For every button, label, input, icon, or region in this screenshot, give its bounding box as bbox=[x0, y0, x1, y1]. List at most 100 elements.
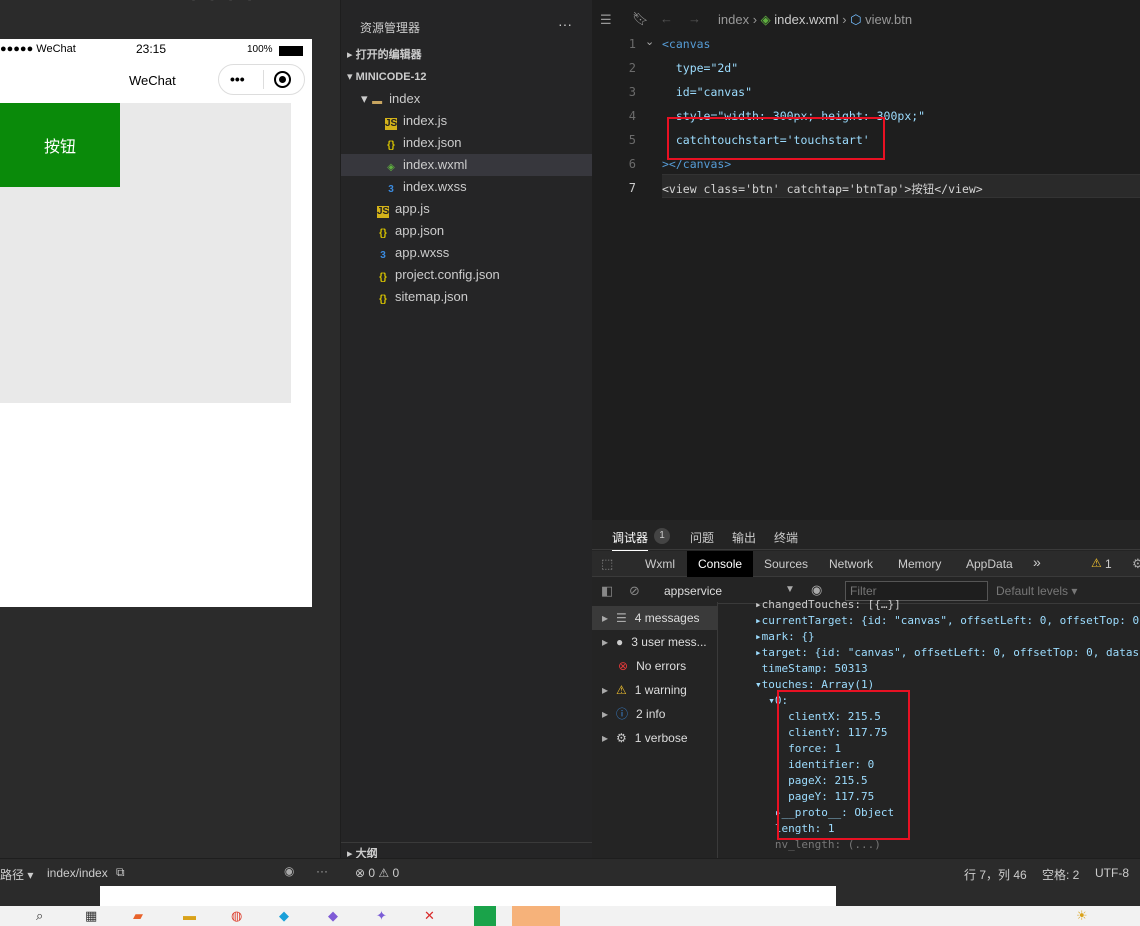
more-dots-icon[interactable]: ••• bbox=[230, 71, 245, 87]
code-line-1: <canvas bbox=[662, 37, 711, 51]
encoding[interactable]: UTF-8 bbox=[1095, 866, 1129, 880]
app-icon[interactable]: ✦ bbox=[376, 908, 387, 924]
tree-item-app-wxss[interactable]: 3 app.wxss bbox=[341, 242, 593, 264]
app-icon[interactable] bbox=[474, 906, 496, 926]
chevron-right-icon: ▸ bbox=[602, 707, 609, 721]
eye-icon[interactable]: ◉ bbox=[811, 582, 822, 598]
console-line[interactable]: ▸changedTouches: [{…}] bbox=[755, 598, 901, 611]
bookmark-icon[interactable]: 🔖︎ bbox=[632, 11, 649, 27]
sidebar-item-errors[interactable]: ⊗ No errors bbox=[592, 654, 718, 678]
code-line-7: <view class='btn' catchtap='btnTap'>按钮</… bbox=[662, 182, 983, 196]
breadcrumb-index[interactable]: index bbox=[718, 12, 749, 27]
page-path[interactable]: index/index bbox=[47, 866, 108, 880]
chevron-right-icon: ▸ bbox=[602, 635, 609, 649]
breadcrumb-element[interactable]: view.btn bbox=[865, 12, 912, 27]
tree-item-app-js[interactable]: JS app.js bbox=[341, 198, 593, 220]
search-icon[interactable]: ⌕ bbox=[36, 908, 43, 924]
json-file-icon: {} bbox=[379, 228, 387, 239]
app-icon[interactable]: ◆ bbox=[328, 908, 338, 924]
more-tabs-icon[interactable]: » bbox=[1033, 554, 1041, 570]
tab-sources[interactable]: Sources bbox=[764, 557, 808, 571]
time-label: 23:15 bbox=[136, 42, 167, 56]
inspect-icon[interactable]: ⬚ bbox=[601, 556, 613, 572]
forward-arrow-icon[interactable]: → bbox=[688, 11, 701, 26]
sidebar-item-messages[interactable]: ▸ ☰ 4 messages bbox=[592, 606, 718, 630]
more-icon[interactable]: ··· bbox=[316, 864, 328, 878]
chrome-icon[interactable]: ◍ bbox=[231, 908, 242, 924]
log-levels-select[interactable]: Default levels ▾ bbox=[996, 584, 1077, 598]
json-file-icon: {} bbox=[379, 272, 387, 283]
close-circle-icon[interactable] bbox=[274, 71, 291, 88]
sidebar-toggle-icon[interactable]: ◧ bbox=[601, 583, 613, 599]
more-icon[interactable]: ··· bbox=[558, 16, 572, 32]
folder-icon[interactable]: ▬ bbox=[183, 908, 196, 923]
tree-item-index-folder[interactable]: ▾ ▬ index bbox=[341, 88, 593, 110]
fold-chevron-icon[interactable]: ⌄ bbox=[645, 35, 654, 48]
app-icon[interactable]: ✕ bbox=[424, 908, 435, 924]
tree-item-sitemap[interactable]: {} sitemap.json bbox=[341, 286, 593, 308]
folder-icon: ▬ bbox=[372, 96, 383, 107]
sidebar-item-verbose[interactable]: ▸ ⚙ 1 verbose bbox=[592, 726, 718, 750]
line-number: 1 bbox=[628, 37, 636, 51]
taskview-icon[interactable]: ▦ bbox=[85, 908, 97, 924]
settings-icon[interactable]: ⚙ bbox=[1132, 556, 1140, 572]
tab-terminal[interactable]: 终端 bbox=[774, 529, 798, 546]
cursor-position[interactable]: 行 7，列 46 bbox=[964, 866, 1027, 883]
tab-debugger[interactable]: 调试器 bbox=[612, 529, 649, 551]
open-editors-section[interactable]: ▸ 打开的编辑器 bbox=[341, 44, 593, 66]
console-line: timeStamp: 50313 bbox=[755, 662, 868, 675]
chevron-right-icon: ▸ bbox=[347, 49, 356, 61]
app-icon[interactable]: ▰ bbox=[133, 908, 143, 924]
tab-console[interactable]: Console bbox=[687, 551, 754, 577]
chevron-right-icon: › bbox=[842, 12, 851, 27]
tab-network[interactable]: Network bbox=[829, 557, 873, 571]
panel-tab-bar bbox=[592, 520, 1140, 550]
chevron-right-icon: › bbox=[752, 12, 761, 27]
tree-item-index-wxml[interactable]: ◈ index.wxml bbox=[341, 154, 593, 176]
context-select[interactable]: appservice bbox=[664, 584, 722, 598]
sidebar-item-info[interactable]: ▸ ⓘ 2 info bbox=[592, 702, 718, 726]
back-arrow-icon[interactable]: ← bbox=[660, 11, 673, 26]
problems-count[interactable]: ⊗ 0 ⚠ 0 bbox=[355, 866, 399, 880]
highlight-box-console bbox=[777, 690, 910, 840]
info-icon: ⓘ bbox=[616, 707, 629, 721]
warning-count[interactable]: 1 bbox=[1105, 557, 1112, 571]
chevron-right-icon: ▸ bbox=[602, 683, 609, 697]
sidebar-item-user-messages[interactable]: ▸ ● 3 user mess... bbox=[592, 630, 718, 654]
clear-icon[interactable]: ⊘ bbox=[629, 583, 640, 599]
wechat-devtools-icon[interactable] bbox=[512, 906, 560, 926]
tab-memory[interactable]: Memory bbox=[898, 557, 941, 571]
tree-item-index-wxss[interactable]: 3 index.wxss bbox=[341, 176, 593, 198]
tab-problems[interactable]: 问题 bbox=[690, 529, 714, 546]
phone-status-bar: ●●●●● WeChat 23:15 100% bbox=[0, 39, 312, 61]
breadcrumb-file[interactable]: index.wxml bbox=[774, 12, 838, 27]
tab-wxml[interactable]: Wxml bbox=[645, 557, 675, 571]
capsule-menu[interactable]: ••• bbox=[218, 64, 305, 95]
list-icon[interactable]: ☰ bbox=[600, 12, 612, 28]
tree-item-project-config[interactable]: {} project.config.json bbox=[341, 264, 593, 286]
breadcrumb: index › ◈ index.wxml › ⬡ view.btn bbox=[718, 12, 912, 28]
code-editor[interactable]: ☰ 🔖︎ ← → index › ◈ index.wxml › ⬡ view.b… bbox=[592, 0, 1140, 520]
tab-output[interactable]: 输出 bbox=[732, 529, 756, 546]
project-section[interactable]: ▾ MINICODE-12 bbox=[341, 66, 593, 88]
error-icon: ⊗ bbox=[618, 659, 629, 673]
console-line[interactable]: ▸target: {id: "canvas", offsetLeft: 0, o… bbox=[755, 646, 1139, 659]
tree-item-app-json[interactable]: {} app.json bbox=[341, 220, 593, 242]
copy-icon[interactable]: ⧉ bbox=[116, 865, 125, 880]
eye-icon[interactable]: ◉ bbox=[284, 864, 294, 878]
dropdown-caret-icon[interactable]: ▼ bbox=[785, 584, 795, 595]
webstorm-icon[interactable]: ◆ bbox=[279, 908, 289, 924]
tree-item-index-json[interactable]: {} index.json bbox=[341, 132, 593, 154]
line-number: 5 bbox=[628, 133, 636, 147]
tab-appdata[interactable]: AppData bbox=[966, 557, 1013, 571]
console-line[interactable]: ▸currentTarget: {id: "canvas", offsetLef… bbox=[755, 614, 1139, 627]
console-line[interactable]: ▸mark: {} bbox=[755, 630, 815, 643]
green-button[interactable]: 按钮 bbox=[0, 103, 120, 187]
path-select[interactable]: 路径 ▾ bbox=[0, 866, 33, 883]
sidebar-item-warnings[interactable]: ▸ ⚠ 1 warning bbox=[592, 678, 718, 702]
indentation[interactable]: 空格: 2 bbox=[1042, 866, 1079, 883]
chevron-right-icon: ▸ bbox=[602, 731, 609, 745]
tree-item-index-js[interactable]: JS index.js bbox=[341, 110, 593, 132]
highlight-box-code bbox=[667, 117, 885, 160]
chevron-right-icon: ▸ bbox=[602, 611, 609, 625]
